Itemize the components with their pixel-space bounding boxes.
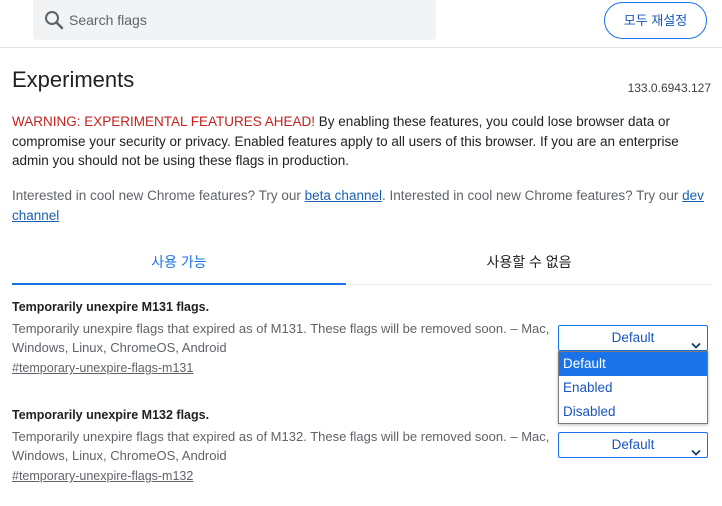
- dropdown-option-enabled[interactable]: Enabled: [559, 376, 707, 400]
- chevron-down-icon: [691, 441, 701, 456]
- search-input[interactable]: [69, 0, 429, 40]
- search-box[interactable]: [33, 0, 436, 40]
- warning-message: WARNING: EXPERIMENTAL FEATURES AHEAD! By…: [12, 112, 712, 171]
- chevron-down-icon: [691, 334, 701, 349]
- tab-available[interactable]: 사용 가능: [12, 240, 346, 285]
- select-dropdown-list: Default Enabled Disabled: [558, 351, 708, 424]
- channel-promo-text-2: . Interested in cool new Chrome features…: [381, 188, 683, 203]
- dropdown-option-default[interactable]: Default: [559, 352, 707, 376]
- dropdown-option-disabled[interactable]: Disabled: [559, 400, 707, 424]
- experiment-permalink[interactable]: #temporary-unexpire-flags-m131: [12, 361, 193, 375]
- experiment-select[interactable]: Default: [558, 432, 708, 458]
- tab-bar: 사용 가능 사용할 수 없음: [12, 240, 712, 285]
- experiment-permalink[interactable]: #temporary-unexpire-flags-m132: [12, 469, 193, 483]
- search-icon: [43, 9, 65, 31]
- experiment-description: Temporarily unexpire flags that expired …: [12, 321, 550, 355]
- experiment-select-value: Default: [611, 437, 655, 452]
- version-label: 133.0.6943.127: [627, 81, 711, 95]
- experiment-select-value: Default: [611, 330, 655, 345]
- reset-all-button[interactable]: 모두 재설정: [604, 2, 707, 39]
- experiment-title: Temporarily unexpire M131 flags.: [12, 300, 210, 314]
- experiment-title: Temporarily unexpire M132 flags.: [12, 408, 210, 422]
- warning-heading: WARNING: EXPERIMENTAL FEATURES AHEAD!: [12, 114, 316, 129]
- experiment-description: Temporarily unexpire flags that expired …: [12, 429, 550, 463]
- experiment-select[interactable]: Default: [558, 325, 708, 351]
- beta-channel-link[interactable]: beta channel: [305, 188, 382, 203]
- page-title: Experiments: [12, 67, 135, 92]
- tab-unavailable[interactable]: 사용할 수 없음: [362, 240, 696, 285]
- channel-promo-text-1: Interested in cool new Chrome features? …: [12, 188, 305, 203]
- top-bar: 모두 재설정: [0, 0, 722, 48]
- channel-promo: Interested in cool new Chrome features? …: [12, 186, 712, 225]
